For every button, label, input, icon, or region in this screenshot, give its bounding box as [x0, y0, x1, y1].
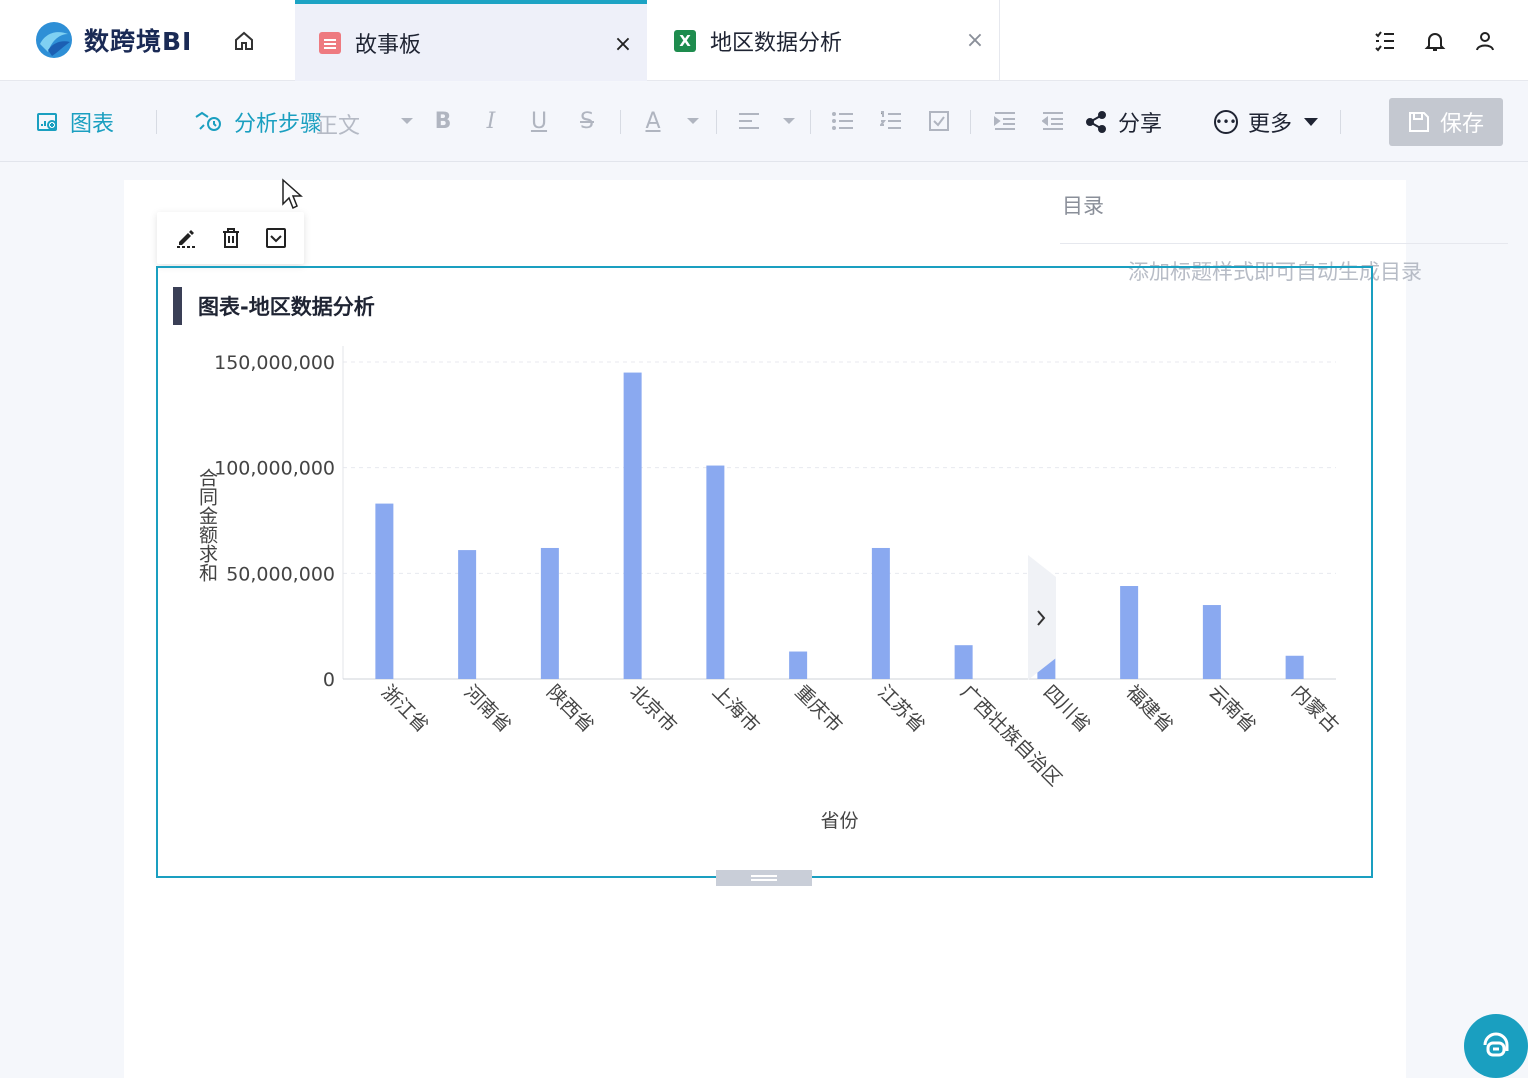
x-tick-label: 河南省 — [460, 681, 516, 737]
y-axis-title: 合同金额求和 — [196, 468, 218, 582]
x-tick-label: 重庆市 — [791, 681, 847, 737]
y-tick-label: 0 — [323, 669, 335, 691]
bar — [871, 547, 890, 679]
x-tick-label: 上海市 — [708, 681, 764, 737]
x-tick-label: 浙江省 — [377, 681, 433, 737]
collapse-panel-button[interactable] — [1028, 555, 1056, 680]
x-tick-label: 江苏省 — [873, 681, 929, 737]
chat-icon — [1483, 1032, 1509, 1057]
bar — [458, 550, 477, 679]
customer-service-button[interactable] — [1464, 1014, 1528, 1078]
bar — [540, 547, 559, 679]
x-tick-label: 福建省 — [1122, 681, 1178, 737]
x-tick-label: 四川省 — [1039, 681, 1095, 737]
x-axis-title: 省份 — [820, 810, 858, 832]
mouse-cursor-icon — [282, 178, 303, 210]
bar-chart: 0 50,000,000 100,000,000 150,000,000 浙江省 河南省陕… — [196, 346, 1343, 832]
bar — [954, 645, 973, 679]
x-tick-label: 云南省 — [1204, 681, 1260, 737]
bar — [623, 372, 642, 679]
x-tick-label: 内蒙古 — [1287, 681, 1343, 737]
bar — [789, 651, 808, 679]
bar — [1120, 586, 1139, 679]
bar — [706, 465, 725, 679]
x-tick-label: 陕西省 — [542, 681, 598, 737]
y-tick-label: 150,000,000 — [214, 352, 335, 374]
bar — [1202, 605, 1221, 679]
x-tick-label: 北京市 — [625, 681, 681, 737]
y-tick-label: 50,000,000 — [226, 563, 335, 585]
drag-grip-icon — [751, 875, 777, 881]
bar — [375, 503, 394, 679]
y-tick-label: 100,000,000 — [214, 458, 335, 480]
bar — [1285, 655, 1304, 679]
resize-handle[interactable] — [716, 870, 812, 886]
